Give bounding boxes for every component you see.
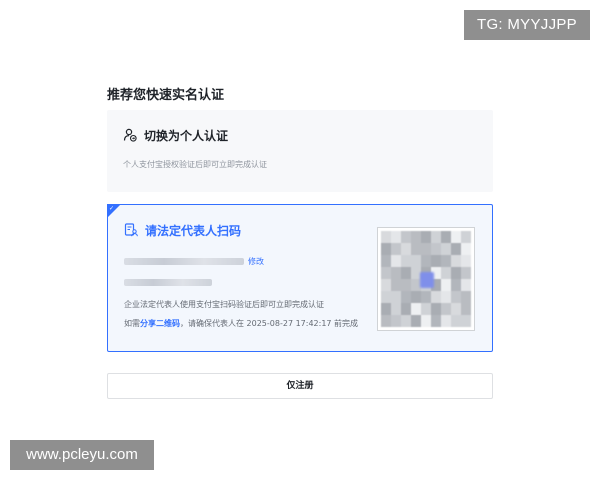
qr-pixel bbox=[441, 291, 451, 303]
qr-pixel bbox=[441, 303, 451, 315]
qr-pixel bbox=[401, 231, 411, 243]
watermark-top: TG: MYYJJPP bbox=[464, 10, 590, 40]
qr-pixel bbox=[391, 279, 401, 291]
qr-pixel bbox=[391, 267, 401, 279]
legal-option-title: 请法定代表人扫码 bbox=[145, 224, 242, 238]
check-icon: ✓ bbox=[109, 205, 115, 212]
qr-pixel bbox=[431, 303, 441, 315]
qr-pixel bbox=[461, 267, 471, 279]
qr-pixel bbox=[421, 255, 431, 267]
personal-option-description: 个人支付宝授权验证后即可立即完成认证 bbox=[123, 160, 267, 169]
modify-link[interactable]: 修改 bbox=[248, 256, 264, 267]
qr-pixel bbox=[421, 315, 431, 327]
qr-pixel bbox=[381, 231, 391, 243]
personal-option-title: 切换为个人认证 bbox=[144, 129, 229, 143]
qr-pixel bbox=[431, 315, 441, 327]
qr-pixel bbox=[461, 315, 471, 327]
qr-pixel bbox=[451, 255, 461, 267]
qr-pixel bbox=[451, 279, 461, 291]
watermark-bottom: www.pcleyu.com bbox=[10, 440, 154, 470]
qr-pixel bbox=[381, 279, 391, 291]
qr-pixel bbox=[391, 243, 401, 255]
qr-pixel bbox=[401, 267, 411, 279]
qr-pixel bbox=[451, 231, 461, 243]
qr-pixel bbox=[441, 231, 451, 243]
qr-pixel bbox=[411, 291, 421, 303]
qr-pixel bbox=[401, 279, 411, 291]
personal-verification-option[interactable]: 切换为个人认证 个人支付宝授权验证后即可立即完成认证 bbox=[107, 110, 493, 192]
qr-pixel bbox=[391, 231, 401, 243]
qr-pixel bbox=[401, 255, 411, 267]
legal-representative-option[interactable]: ✓ 请法定代表人扫码 修改 企业法定代表人使用支付宝扫码验证后即可立即完成认证 … bbox=[107, 204, 493, 352]
qr-pixel bbox=[431, 231, 441, 243]
qr-pixel bbox=[401, 315, 411, 327]
qr-pixel bbox=[461, 291, 471, 303]
qr-pixel bbox=[451, 291, 461, 303]
document-person-icon bbox=[124, 222, 138, 237]
qr-pixel bbox=[431, 291, 441, 303]
qr-pixel bbox=[441, 243, 451, 255]
qr-pixel bbox=[421, 231, 431, 243]
blurred-representative-id bbox=[124, 279, 212, 286]
qr-center-logo bbox=[420, 272, 434, 288]
qr-pixel bbox=[431, 243, 441, 255]
qr-pixel bbox=[381, 243, 391, 255]
qr-pixel bbox=[401, 303, 411, 315]
qr-pixel bbox=[391, 255, 401, 267]
person-switch-icon bbox=[123, 127, 137, 142]
blurred-representative-name bbox=[124, 258, 244, 265]
qr-pixel bbox=[401, 243, 411, 255]
qr-pixel bbox=[451, 315, 461, 327]
qr-pixel bbox=[451, 267, 461, 279]
qr-pixel bbox=[381, 255, 391, 267]
qr-pixel bbox=[421, 243, 431, 255]
qr-pixel bbox=[461, 303, 471, 315]
qr-pixel bbox=[411, 243, 421, 255]
register-only-button[interactable]: 仅注册 bbox=[107, 373, 493, 399]
qr-pixel bbox=[431, 255, 441, 267]
qr-pixel bbox=[441, 315, 451, 327]
share-suffix: ，请确保代表人在 2025-08-27 17:42:17 前完成 bbox=[180, 319, 359, 328]
qr-pixel bbox=[411, 303, 421, 315]
qr-pixel bbox=[421, 291, 431, 303]
qr-pixel bbox=[411, 255, 421, 267]
qr-pixel bbox=[391, 315, 401, 327]
qr-pixel bbox=[441, 279, 451, 291]
qr-pixel bbox=[451, 243, 461, 255]
qr-pixel bbox=[461, 279, 471, 291]
qr-code-image bbox=[377, 227, 475, 331]
qr-pixel bbox=[401, 291, 411, 303]
qr-pixel bbox=[451, 303, 461, 315]
qr-pixel bbox=[461, 255, 471, 267]
qr-pixel bbox=[461, 231, 471, 243]
qr-pixel bbox=[461, 243, 471, 255]
qr-pixel bbox=[441, 255, 451, 267]
qr-pixel bbox=[381, 303, 391, 315]
qr-pixel bbox=[411, 315, 421, 327]
legal-option-description: 企业法定代表人使用支付宝扫码验证后即可立即完成认证 bbox=[124, 300, 324, 309]
qr-pixel bbox=[391, 303, 401, 315]
qr-pixel bbox=[421, 303, 431, 315]
qr-pixel bbox=[411, 231, 421, 243]
share-qr-hint: 如需分享二维码，请确保代表人在 2025-08-27 17:42:17 前完成 bbox=[124, 318, 358, 329]
qr-pixel bbox=[381, 267, 391, 279]
share-prefix: 如需 bbox=[124, 319, 140, 328]
qr-pixel bbox=[381, 315, 391, 327]
page-title: 推荐您快速实名认证 bbox=[107, 88, 225, 103]
qr-pixel bbox=[391, 291, 401, 303]
qr-pixel bbox=[441, 267, 451, 279]
share-qr-link[interactable]: 分享二维码 bbox=[140, 319, 180, 328]
qr-pixel bbox=[381, 291, 391, 303]
